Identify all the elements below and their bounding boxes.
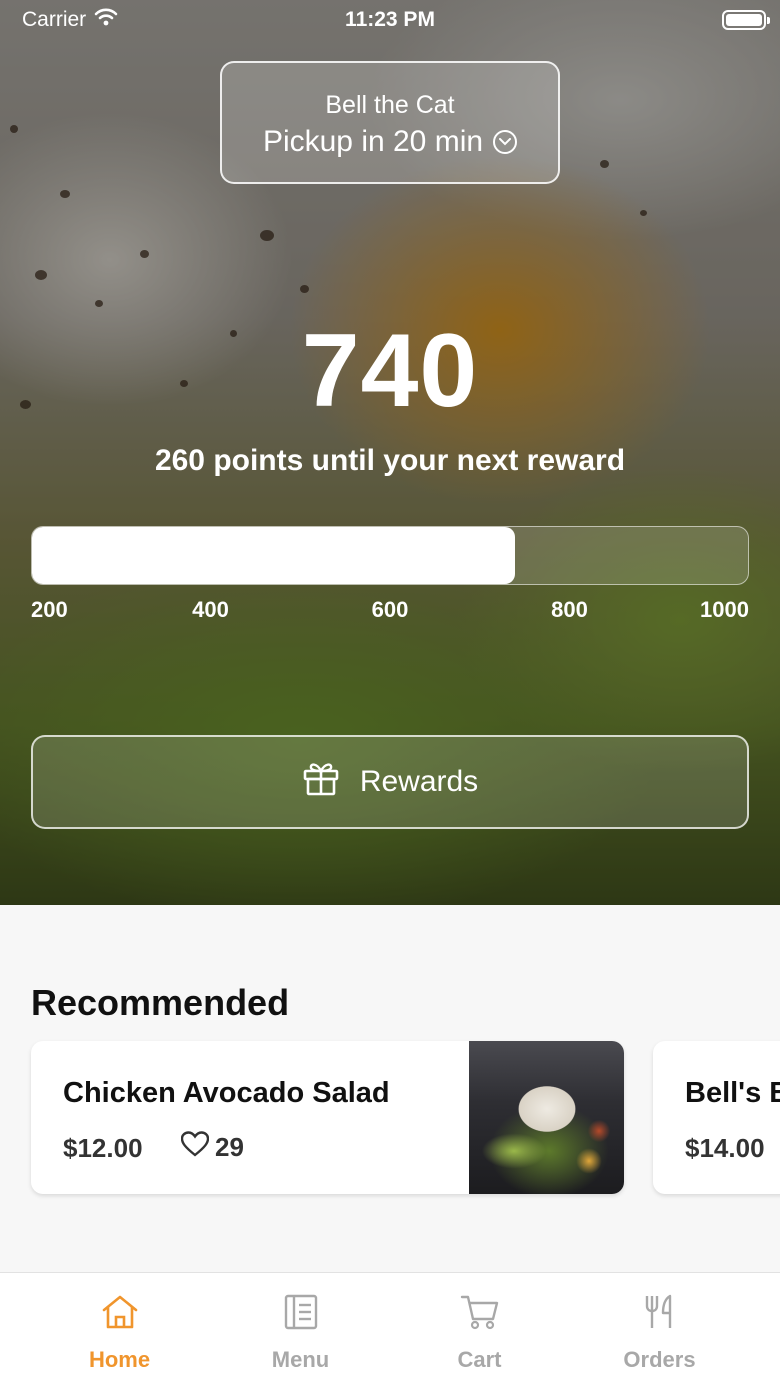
- item-likes[interactable]: 29: [180, 1131, 244, 1164]
- home-icon: [22, 1293, 217, 1333]
- item-price: $14.00: [685, 1133, 765, 1163]
- rewards-button[interactable]: Rewards: [31, 735, 749, 829]
- cart-icon: [382, 1293, 577, 1333]
- recommended-item-card[interactable]: Chicken Avocado Salad $12.00 29: [31, 1041, 624, 1194]
- status-time: 11:23 PM: [345, 8, 435, 31]
- item-name: Bell's B: [685, 1077, 780, 1109]
- tick-label: 600: [371, 597, 409, 622]
- fork-knife-icon: [562, 1293, 757, 1333]
- tick-label: 800: [551, 597, 588, 622]
- tab-orders[interactable]: Orders: [562, 1273, 757, 1387]
- store-name: Bell the Cat: [325, 91, 455, 119]
- points-until-reward: 260 points until your next reward: [154, 444, 626, 477]
- status-bar: Carrier 11:23 PM: [0, 0, 780, 44]
- tab-label: Menu: [271, 1347, 330, 1372]
- progress-tick-labels: 200 400 600 800 1000: [31, 597, 749, 623]
- tick-label: 400: [192, 597, 229, 622]
- tick-label: 200: [31, 597, 68, 622]
- menu-icon: [203, 1293, 398, 1333]
- chevron-down-icon: [493, 130, 518, 154]
- likes-count: 29: [215, 1132, 244, 1162]
- rewards-progress-bar: [31, 526, 749, 585]
- tab-home[interactable]: Home: [22, 1273, 217, 1387]
- tab-bar: Home Menu Cart Orders: [0, 1272, 780, 1387]
- recommended-item-card[interactable]: Bell's B $14.00: [653, 1041, 780, 1194]
- item-name: Chicken Avocado Salad: [63, 1077, 390, 1109]
- pickup-time-label: Pickup in 20 min: [262, 125, 484, 158]
- gift-icon: [302, 760, 340, 804]
- tab-label: Cart: [457, 1347, 502, 1372]
- heart-icon: [180, 1131, 210, 1164]
- item-photo: [469, 1041, 624, 1194]
- battery-icon: [722, 10, 770, 30]
- tab-label: Home: [88, 1347, 151, 1372]
- tick-label: 1000: [700, 597, 749, 622]
- points-balance: 740: [301, 313, 479, 429]
- item-price: $12.00: [63, 1133, 143, 1163]
- rewards-button-label: Rewards: [359, 765, 479, 798]
- tab-menu[interactable]: Menu: [203, 1273, 398, 1387]
- tab-label: Orders: [623, 1347, 696, 1372]
- pickup-time-row: Pickup in 20 min: [222, 125, 558, 159]
- pickup-selector[interactable]: Bell the Cat Pickup in 20 min: [220, 61, 560, 184]
- rewards-progress-fill: [32, 527, 516, 584]
- tab-cart[interactable]: Cart: [382, 1273, 577, 1387]
- recommended-title: Recommended: [31, 982, 290, 1023]
